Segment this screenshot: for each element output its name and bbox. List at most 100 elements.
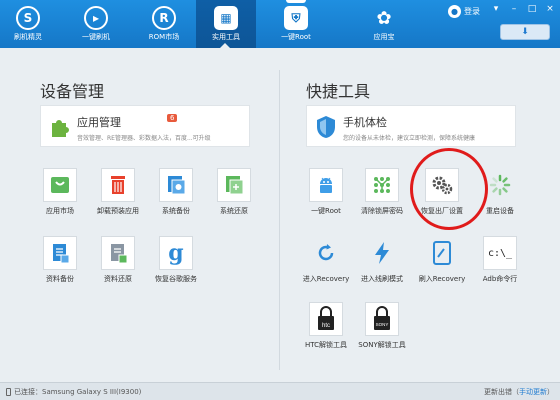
- tool-label: 应用市场: [46, 207, 74, 215]
- tool-sony-unlock[interactable]: SONY SONY解锁工具: [352, 302, 412, 350]
- device-management-title: 设备管理: [40, 82, 105, 101]
- puzzle-icon: [47, 114, 73, 140]
- update-suffix-text: ）: [547, 388, 554, 396]
- play-icon: ▸: [84, 6, 108, 30]
- minimize-icon[interactable]: –: [508, 4, 520, 14]
- play-glyph: ▸: [92, 11, 100, 25]
- nav-label: 刷机精灵: [14, 33, 42, 41]
- tool-label: Adb命令行: [482, 275, 518, 283]
- shield-icon: [313, 114, 339, 140]
- tool-one-click-root[interactable]: 一键Root: [296, 168, 356, 216]
- skin-icon[interactable]: ▾: [490, 4, 502, 14]
- tool-data-backup[interactable]: 资料备份: [30, 236, 90, 284]
- nav-item-rom-market[interactable]: R ROM市场: [136, 0, 192, 48]
- banner-title: 手机体检: [343, 116, 387, 129]
- top-navigation-bar: S 刷机精灵 ▸ 一键刷机 R ROM市场 ▦ 实用工具 ⛨ 一键Root ✿ …: [0, 0, 560, 48]
- phone-icon: [6, 388, 11, 396]
- reboot-spinner-icon: [483, 168, 517, 202]
- system-backup-icon: [159, 168, 193, 202]
- nav-item-utilities[interactable]: ▦ 实用工具: [196, 0, 256, 48]
- tool-htc-unlock[interactable]: htc HTC解锁工具: [296, 302, 356, 350]
- connection-status: 已连接：Samsung Galaxy S III(I9300): [6, 387, 141, 397]
- tool-app-market[interactable]: 应用市场: [30, 168, 90, 216]
- nav-label: 一键Root: [281, 33, 311, 41]
- tool-label: 资料还原: [104, 275, 132, 283]
- app-management-banner[interactable]: 应用管理 6 音效管理、RE管理器、彩数据入法，百度...可升级: [40, 105, 250, 147]
- tool-label: SONY解锁工具: [358, 341, 406, 349]
- tool-label: 系统备份: [162, 207, 190, 215]
- banner-subtitle: 您的设备从未体检，建议立即检测，保障系统健康: [343, 135, 476, 142]
- tool-adb-command-line[interactable]: c:\_ Adb命令行: [470, 236, 530, 284]
- tool-flash-recovery[interactable]: 刷入Recovery: [412, 236, 472, 284]
- tool-restore-google-services[interactable]: g 恢复谷歌服务: [146, 236, 206, 284]
- close-icon[interactable]: ×: [544, 4, 556, 14]
- user-avatar-icon: ●: [448, 5, 461, 18]
- android-root-icon: [309, 168, 343, 202]
- quick-tools-title: 快捷工具: [306, 82, 371, 101]
- tool-label: 重启设备: [486, 207, 514, 215]
- root-glyph: ⛨: [291, 10, 301, 25]
- tool-reboot-device[interactable]: 重启设备: [470, 168, 530, 216]
- tool-label: HTC解锁工具: [304, 341, 348, 349]
- tool-label: 系统还原: [220, 207, 248, 215]
- htc-brand-text: htc: [322, 323, 330, 329]
- nav-item-flash-wizard[interactable]: S 刷机精灵: [0, 0, 56, 48]
- flash-wizard-glyph: S: [23, 11, 33, 25]
- phone-checkup-banner[interactable]: 手机体检 您的设备从未体检，建议立即检测，保障系统健康: [306, 105, 516, 147]
- nav-item-one-click-flash[interactable]: ▸ 一键刷机: [68, 0, 124, 48]
- tool-uninstall-preinstalled[interactable]: 卸载预装应用: [88, 168, 148, 216]
- nav-label: ROM市场: [148, 33, 180, 41]
- download-manager-button[interactable]: ⬇: [500, 24, 550, 40]
- sony-lock-icon: SONY: [365, 302, 399, 336]
- update-error-text: 更新出错（: [484, 388, 519, 396]
- htc-lock-icon: htc: [309, 302, 343, 336]
- nav-item-one-click-root[interactable]: ⛨ 一键Root: [268, 0, 324, 48]
- flash-recovery-icon: [425, 236, 459, 270]
- tool-enter-recovery[interactable]: 进入Recovery: [296, 236, 356, 284]
- login-label: 登录: [464, 7, 480, 16]
- data-restore-icon: [101, 236, 135, 270]
- terminal-icon: c:\_: [483, 236, 517, 270]
- tool-enter-download-mode[interactable]: 进入线刷模式: [352, 236, 412, 284]
- banner-subtitle: 音效管理、RE管理器、彩数据入法，百度...可升级: [77, 135, 211, 142]
- nav-item-app-store[interactable]: ✿ 应用宝: [356, 0, 412, 48]
- tool-label: 一键Root: [311, 207, 341, 215]
- tool-label: 清除锁屏密码: [361, 207, 403, 215]
- status-bar: 已连接：Samsung Galaxy S III(I9300) 更新出错（手动更…: [0, 382, 560, 400]
- tool-system-backup[interactable]: 系统备份: [146, 168, 206, 216]
- tool-label: 进入Recovery: [302, 275, 350, 283]
- section-divider: [279, 70, 280, 370]
- grid-glyph: ▦: [220, 11, 232, 25]
- recovery-arrow-icon: [309, 236, 343, 270]
- connection-text: 已连接：Samsung Galaxy S III(I9300): [14, 388, 142, 396]
- rom-icon: R: [152, 6, 176, 30]
- download-icon: ⬇: [521, 27, 529, 37]
- root-icon: ⛨: [284, 6, 308, 30]
- grid-icon: ▦: [214, 6, 238, 30]
- tool-system-restore[interactable]: 系统还原: [204, 168, 264, 216]
- lightning-icon: [365, 236, 399, 270]
- app-store-icon: ✿: [372, 6, 396, 30]
- app-store-glyph: ✿: [376, 7, 392, 29]
- terminal-prompt-text: c:\_: [487, 247, 513, 259]
- rom-glyph: R: [159, 11, 169, 25]
- tool-data-restore[interactable]: 资料还原: [88, 236, 148, 284]
- manual-update-link[interactable]: 手动更新: [519, 388, 547, 396]
- tool-label: 资料备份: [46, 275, 74, 283]
- tool-label: 进入线刷模式: [361, 275, 403, 283]
- system-restore-icon: [217, 168, 251, 202]
- pattern-lock-icon: [365, 168, 399, 202]
- tool-clear-lock-password[interactable]: 清除锁屏密码: [352, 168, 412, 216]
- nav-label: 实用工具: [212, 33, 240, 41]
- nav-label: 应用宝: [373, 33, 395, 41]
- update-count-badge: 6: [167, 114, 178, 122]
- nav-label: 一键刷机: [82, 33, 110, 41]
- tool-label: 卸载预装应用: [97, 207, 139, 215]
- sony-brand-text: SONY: [376, 322, 389, 327]
- login-button[interactable]: ● 登录: [448, 5, 480, 18]
- maximize-icon[interactable]: □: [526, 4, 538, 14]
- active-notch: [286, 0, 306, 3]
- flash-wizard-icon: S: [16, 6, 40, 30]
- data-backup-icon: [43, 236, 77, 270]
- tool-label: 刷入Recovery: [418, 275, 466, 283]
